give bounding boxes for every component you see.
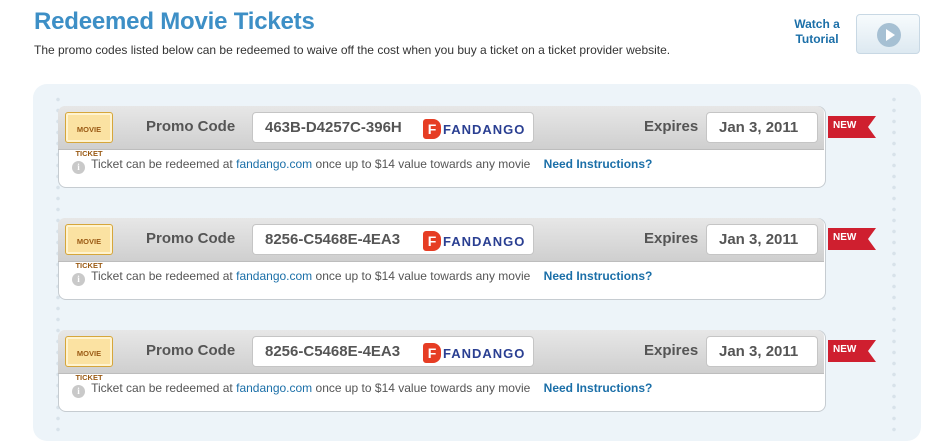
ticket-card: MOVIE TICKET Promo Code 8256-C5468E-4EA3 …	[58, 218, 876, 300]
redeem-info-prefix: Ticket can be redeemed at	[91, 269, 233, 283]
promo-code-label: Promo Code	[146, 230, 236, 247]
badge-line2: TICKET	[75, 373, 103, 382]
expires-label: Expires	[644, 230, 699, 247]
fandango-logo: F FANDANGO	[423, 343, 525, 363]
info-icon: i	[72, 385, 85, 398]
ticket-header: MOVIE TICKET Promo Code 463B-D4257C-396H …	[58, 106, 824, 158]
badge-line2: TICKET	[75, 149, 103, 158]
watch-tutorial-button[interactable]	[856, 14, 920, 54]
fandango-logo: F FANDANGO	[423, 231, 525, 251]
watch-tutorial-link[interactable]: Watch a Tutorial	[790, 17, 844, 47]
new-tag: NEW	[828, 116, 876, 138]
info-icon: i	[72, 161, 85, 174]
perforation-right	[891, 94, 897, 434]
expires-date: Jan 3, 2011	[719, 231, 799, 248]
expires-label: Expires	[644, 118, 699, 135]
promo-code-field[interactable]: 8256-C5468E-4EA3 F FANDANGO	[252, 224, 534, 255]
fandango-logo: F FANDANGO	[423, 119, 525, 139]
redeem-info-prefix: Ticket can be redeemed at	[91, 157, 233, 171]
need-instructions-link[interactable]: Need Instructions?	[544, 157, 653, 171]
expires-date: Jan 3, 2011	[719, 119, 799, 136]
need-instructions-link[interactable]: Need Instructions?	[544, 269, 653, 283]
need-instructions-link[interactable]: Need Instructions?	[544, 381, 653, 395]
fandango-link[interactable]: fandango.com	[236, 269, 312, 283]
info-icon: i	[72, 273, 85, 286]
expires-date: Jan 3, 2011	[719, 343, 799, 360]
tutorial-link-line2: Tutorial	[795, 32, 839, 46]
ticket-card: MOVIE TICKET Promo Code 8256-C5468E-4EA3 …	[58, 330, 876, 412]
redeem-info-suffix: once up to $14 value towards any movie	[315, 381, 531, 395]
redeem-info-suffix: once up to $14 value towards any movie	[315, 269, 531, 283]
new-tag-label: NEW	[833, 120, 857, 131]
fandango-link[interactable]: fandango.com	[236, 157, 312, 171]
page-subtitle: The promo codes listed below can be rede…	[34, 43, 671, 57]
promo-code-field[interactable]: 8256-C5468E-4EA3 F FANDANGO	[252, 336, 534, 367]
fandango-link[interactable]: fandango.com	[236, 381, 312, 395]
badge-line2: TICKET	[75, 261, 103, 270]
movie-ticket-icon: MOVIE TICKET	[65, 112, 113, 158]
badge-line1: MOVIE	[76, 349, 102, 358]
expires-label: Expires	[644, 342, 699, 359]
page-title: Redeemed Movie Tickets	[34, 8, 315, 35]
movie-ticket-icon: MOVIE TICKET	[65, 224, 113, 270]
redeem-info-prefix: Ticket can be redeemed at	[91, 381, 233, 395]
redeem-info-suffix: once up to $14 value towards any movie	[315, 157, 531, 171]
badge-line1: MOVIE	[76, 237, 102, 246]
new-tag-label: NEW	[833, 232, 857, 243]
new-tag: NEW	[828, 228, 876, 250]
promo-code-label: Promo Code	[146, 118, 236, 135]
fandango-icon: F	[423, 343, 441, 363]
movie-ticket-icon: MOVIE TICKET	[65, 336, 113, 382]
redeem-info: i Ticket can be redeemed at fandango.com…	[72, 269, 652, 286]
promo-code-field[interactable]: 463B-D4257C-396H F FANDANGO	[252, 112, 534, 143]
fandango-wordmark: FANDANGO	[443, 121, 526, 137]
fandango-icon: F	[423, 231, 441, 251]
promo-code-value: 8256-C5468E-4EA3	[265, 343, 401, 360]
expires-field: Jan 3, 2011	[706, 336, 818, 367]
expires-field: Jan 3, 2011	[706, 224, 818, 255]
new-tag: NEW	[828, 340, 876, 362]
expires-field: Jan 3, 2011	[706, 112, 818, 143]
fandango-wordmark: FANDANGO	[443, 233, 526, 249]
promo-code-value: 463B-D4257C-396H	[265, 119, 402, 136]
fandango-wordmark: FANDANGO	[443, 345, 526, 361]
tutorial-link-line1: Watch a	[794, 17, 840, 31]
promo-code-value: 8256-C5468E-4EA3	[265, 231, 401, 248]
play-icon	[877, 23, 901, 47]
ticket-card: MOVIE TICKET Promo Code 463B-D4257C-396H …	[58, 106, 876, 188]
redeem-info: i Ticket can be redeemed at fandango.com…	[72, 381, 652, 398]
badge-line1: MOVIE	[76, 125, 102, 134]
ticket-header: MOVIE TICKET Promo Code 8256-C5468E-4EA3 …	[58, 218, 824, 270]
fandango-icon: F	[423, 119, 441, 139]
new-tag-label: NEW	[833, 344, 857, 355]
promo-code-label: Promo Code	[146, 342, 236, 359]
redeem-info: i Ticket can be redeemed at fandango.com…	[72, 157, 652, 174]
ticket-header: MOVIE TICKET Promo Code 8256-C5468E-4EA3 …	[58, 330, 824, 382]
